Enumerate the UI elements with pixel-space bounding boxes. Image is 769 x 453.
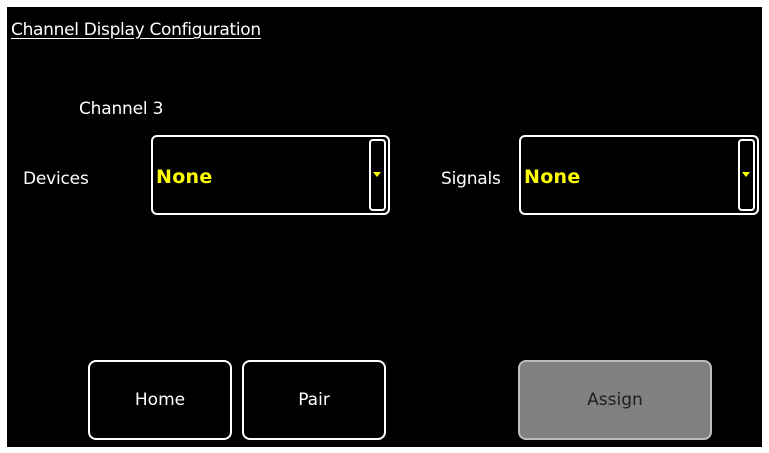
channel-display-config-screen: Channel Display Configuration Channel 3 … [7,7,762,447]
channel-label: Channel 3 [79,99,164,119]
chevron-down-icon [742,172,750,177]
devices-dropdown[interactable]: None [151,135,390,215]
signals-dropdown-button[interactable] [738,139,755,211]
assign-button[interactable]: Assign [518,360,712,440]
signals-selected-value: None [524,166,581,188]
devices-selected-value: None [156,166,213,188]
pair-button[interactable]: Pair [242,360,386,440]
devices-dropdown-button[interactable] [369,139,386,211]
chevron-down-icon [373,172,381,177]
page-title: Channel Display Configuration [11,20,261,40]
signals-dropdown[interactable]: None [519,135,759,215]
home-button[interactable]: Home [88,360,232,440]
signals-label: Signals [441,169,501,189]
devices-label: Devices [23,169,89,189]
